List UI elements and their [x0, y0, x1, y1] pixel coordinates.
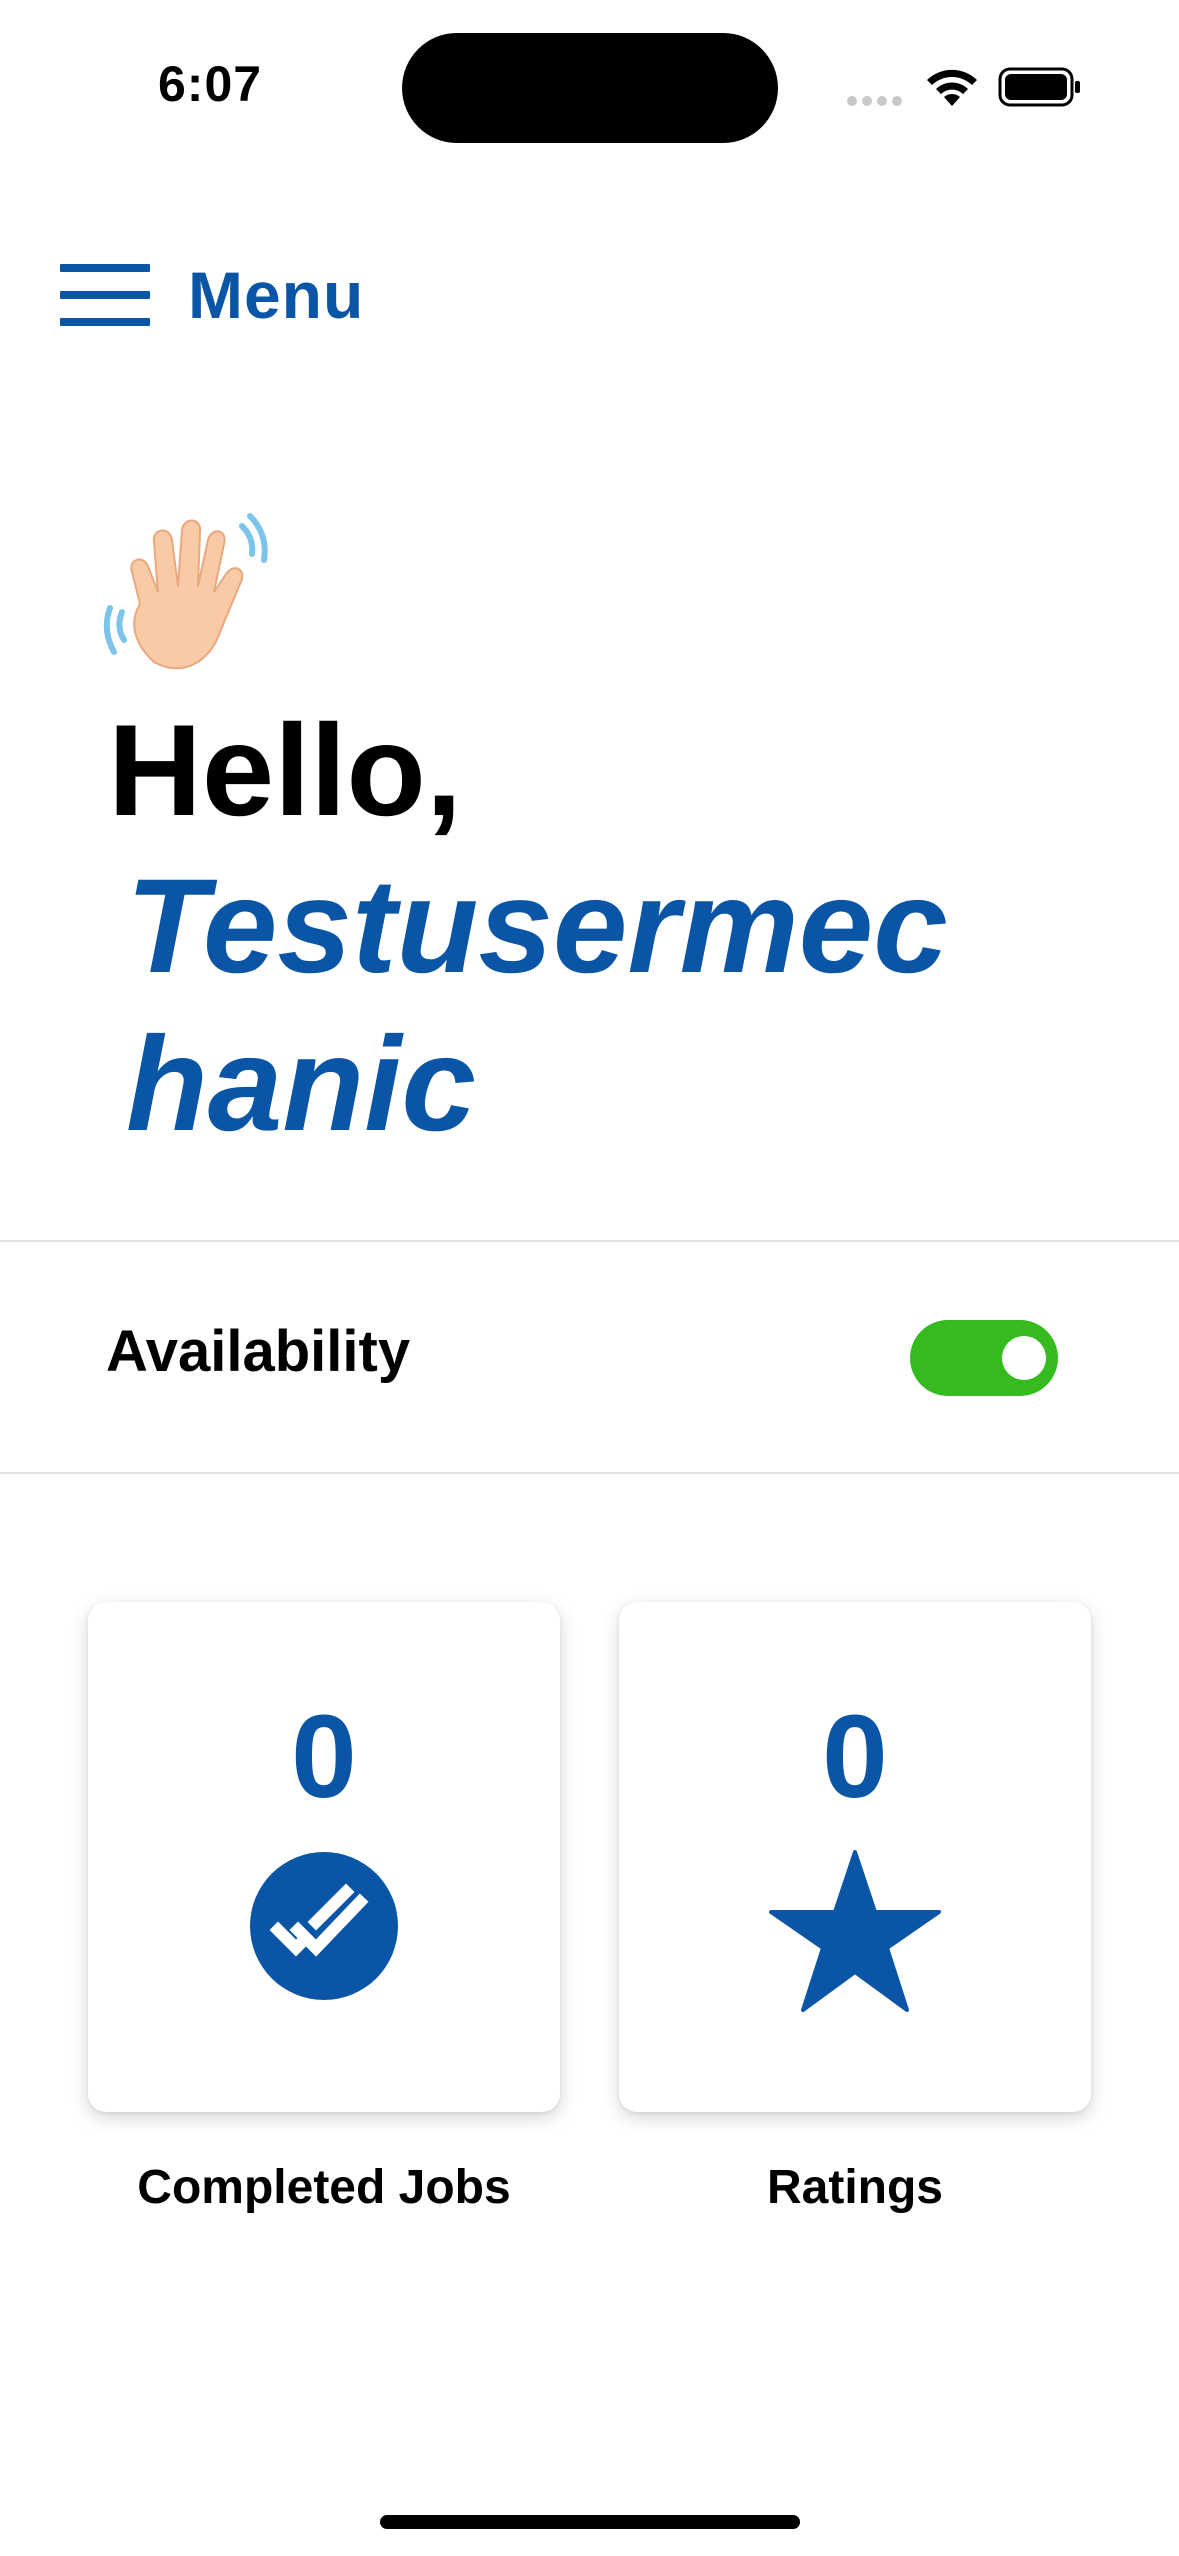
completed-jobs-caption: Completed Jobs — [137, 2161, 511, 2214]
ratings-card[interactable]: 0 — [619, 1602, 1091, 2112]
mechanic-home-screen: 6:07 Menu Hello, Testusermechanic Availa… — [0, 0, 1179, 2556]
ratings-count: 0 — [822, 1691, 888, 1823]
battery-icon — [998, 67, 1080, 107]
availability-toggle[interactable] — [910, 1320, 1058, 1396]
ratings-caption: Ratings — [766, 2161, 943, 2214]
status-bar-time: 6:07 — [158, 56, 263, 112]
hamburger-icon — [60, 264, 150, 326]
waving-hand-icon — [103, 513, 268, 670]
star-icon — [769, 1850, 941, 2012]
greeting-username: Testusermechanic — [126, 852, 948, 1159]
home-indicator[interactable] — [380, 2515, 800, 2529]
menu-button[interactable]: Menu — [60, 250, 364, 340]
availability-label: Availability — [106, 1319, 411, 1384]
menu-label: Menu — [188, 258, 365, 332]
dynamic-island — [402, 33, 778, 143]
double-check-icon — [250, 1852, 398, 2000]
divider-top — [0, 1240, 1179, 1242]
toggle-knob — [1002, 1336, 1046, 1380]
cellular-signal-icon — [847, 96, 902, 106]
wifi-icon — [927, 69, 977, 106]
completed-jobs-card[interactable]: 0 — [88, 1602, 560, 2112]
completed-jobs-count: 0 — [291, 1691, 357, 1823]
greeting-hello: Hello, — [108, 697, 462, 843]
divider-bottom — [0, 1472, 1179, 1474]
